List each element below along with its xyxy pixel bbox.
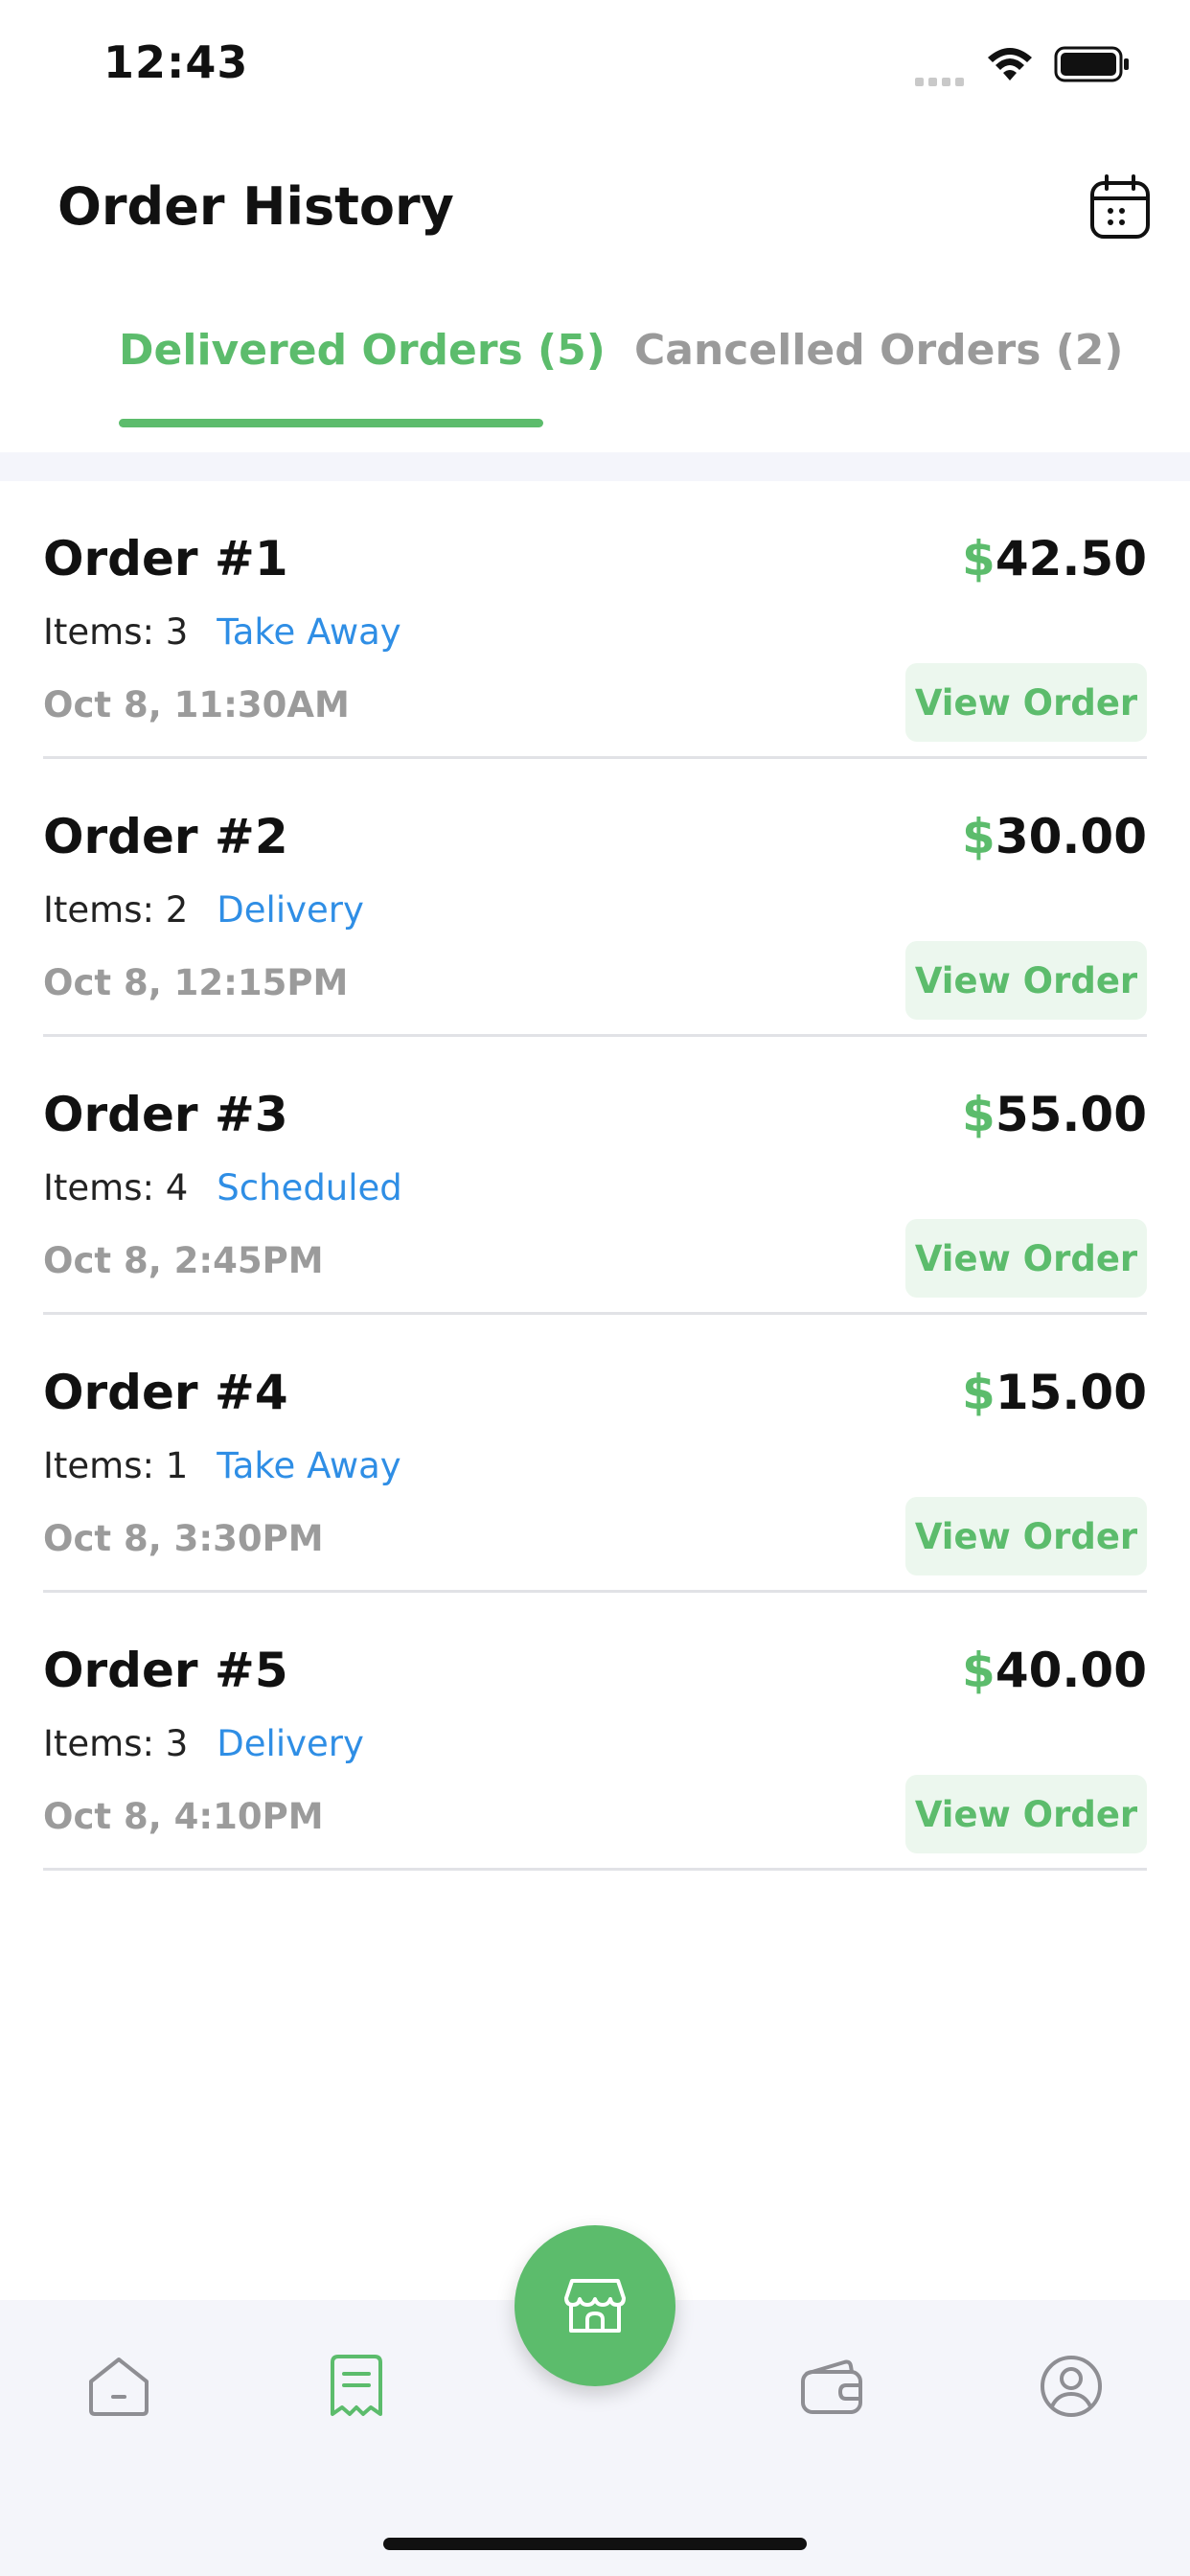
order-card: Order #1 $42.50 Items: 3 Take Away Oct 8,…	[43, 481, 1147, 759]
order-card: Order #4 $15.00 Items: 1 Take Away Oct 8,…	[43, 1315, 1147, 1593]
receipt-icon	[331, 2355, 382, 2416]
page-title: Order History	[57, 176, 454, 237]
order-title: Order #5	[43, 1643, 288, 1698]
store-button[interactable]	[515, 2225, 675, 2386]
currency-symbol: $	[962, 531, 995, 586]
view-order-button[interactable]: View Order	[905, 1219, 1147, 1298]
wifi-icon	[988, 48, 1032, 80]
order-item-count: Items: 3	[43, 1723, 189, 1764]
order-amount: 15.00	[995, 1365, 1147, 1420]
order-card: Order #5 $40.00 Items: 3 Delivery Oct 8, …	[43, 1593, 1147, 1871]
order-list: Order #1 $42.50 Items: 3 Take Away Oct 8,…	[43, 481, 1147, 1871]
order-title: Order #1	[43, 531, 288, 586]
order-date: Oct 8, 12:15PM	[43, 962, 349, 1003]
tab-delivered-orders[interactable]: Delivered Orders (5)	[119, 326, 606, 375]
currency-symbol: $	[962, 1365, 995, 1420]
order-price: $55.00	[962, 1087, 1147, 1142]
order-date: Oct 8, 3:30PM	[43, 1518, 324, 1559]
order-price: $40.00	[962, 1643, 1147, 1698]
order-amount: 55.00	[995, 1087, 1147, 1142]
order-item-count: Items: 1	[43, 1445, 189, 1486]
nav-profile-button[interactable]	[1023, 2338, 1119, 2434]
order-meta: Items: 3 Delivery	[43, 1723, 364, 1764]
home-icon	[89, 2358, 149, 2416]
currency-symbol: $	[962, 1087, 995, 1142]
order-meta: Items: 2 Delivery	[43, 889, 364, 931]
order-tabs: Delivered Orders (5) Cancelled Orders (2…	[0, 288, 1190, 431]
tab-cancelled-orders[interactable]: Cancelled Orders (2)	[634, 326, 1124, 375]
home-indicator	[383, 2538, 807, 2550]
order-price: $15.00	[962, 1365, 1147, 1420]
view-order-button[interactable]: View Order	[905, 663, 1147, 742]
order-meta: Items: 1 Take Away	[43, 1445, 401, 1486]
order-meta: Items: 4 Scheduled	[43, 1167, 402, 1208]
order-type: Delivery	[217, 1723, 364, 1764]
order-item-count: Items: 3	[43, 611, 189, 653]
order-amount: 42.50	[995, 531, 1147, 586]
order-title: Order #4	[43, 1365, 288, 1420]
order-item-count: Items: 4	[43, 1167, 189, 1208]
order-amount: 30.00	[995, 809, 1147, 864]
order-date: Oct 8, 4:10PM	[43, 1796, 324, 1837]
view-order-button[interactable]: View Order	[905, 1497, 1147, 1576]
order-card: Order #2 $30.00 Items: 2 Delivery Oct 8, …	[43, 759, 1147, 1037]
order-date: Oct 8, 2:45PM	[43, 1240, 324, 1281]
view-order-button[interactable]: View Order	[905, 941, 1147, 1020]
order-type: Delivery	[217, 889, 364, 931]
nav-orders-button[interactable]	[309, 2338, 404, 2434]
cellular-signal-icon	[915, 72, 969, 90]
order-type: Scheduled	[217, 1167, 402, 1208]
status-time: 12:43	[103, 36, 249, 88]
order-item-count: Items: 2	[43, 889, 189, 931]
order-card: Order #3 $55.00 Items: 4 Scheduled Oct 8,…	[43, 1037, 1147, 1315]
section-divider	[0, 452, 1190, 481]
currency-symbol: $	[962, 1643, 995, 1698]
nav-wallet-button[interactable]	[784, 2338, 880, 2434]
order-title: Order #2	[43, 809, 288, 864]
order-date: Oct 8, 11:30AM	[43, 684, 350, 725]
status-bar: 12:43	[0, 0, 1190, 134]
order-meta: Items: 3 Take Away	[43, 611, 401, 653]
order-type: Take Away	[217, 611, 401, 653]
battery-icon	[1054, 46, 1129, 82]
order-price: $30.00	[962, 809, 1147, 864]
view-order-button[interactable]: View Order	[905, 1775, 1147, 1853]
currency-symbol: $	[962, 809, 995, 864]
active-tab-indicator	[119, 419, 543, 427]
calendar-icon[interactable]	[1089, 174, 1151, 240]
header: Order History	[0, 144, 1190, 278]
order-title: Order #3	[43, 1087, 288, 1142]
order-type: Take Away	[217, 1445, 401, 1486]
store-icon	[564, 2279, 626, 2333]
wallet-icon	[801, 2359, 862, 2414]
order-amount: 40.00	[995, 1643, 1147, 1698]
order-price: $42.50	[962, 531, 1147, 586]
nav-home-button[interactable]	[71, 2338, 167, 2434]
profile-icon	[1041, 2356, 1102, 2417]
